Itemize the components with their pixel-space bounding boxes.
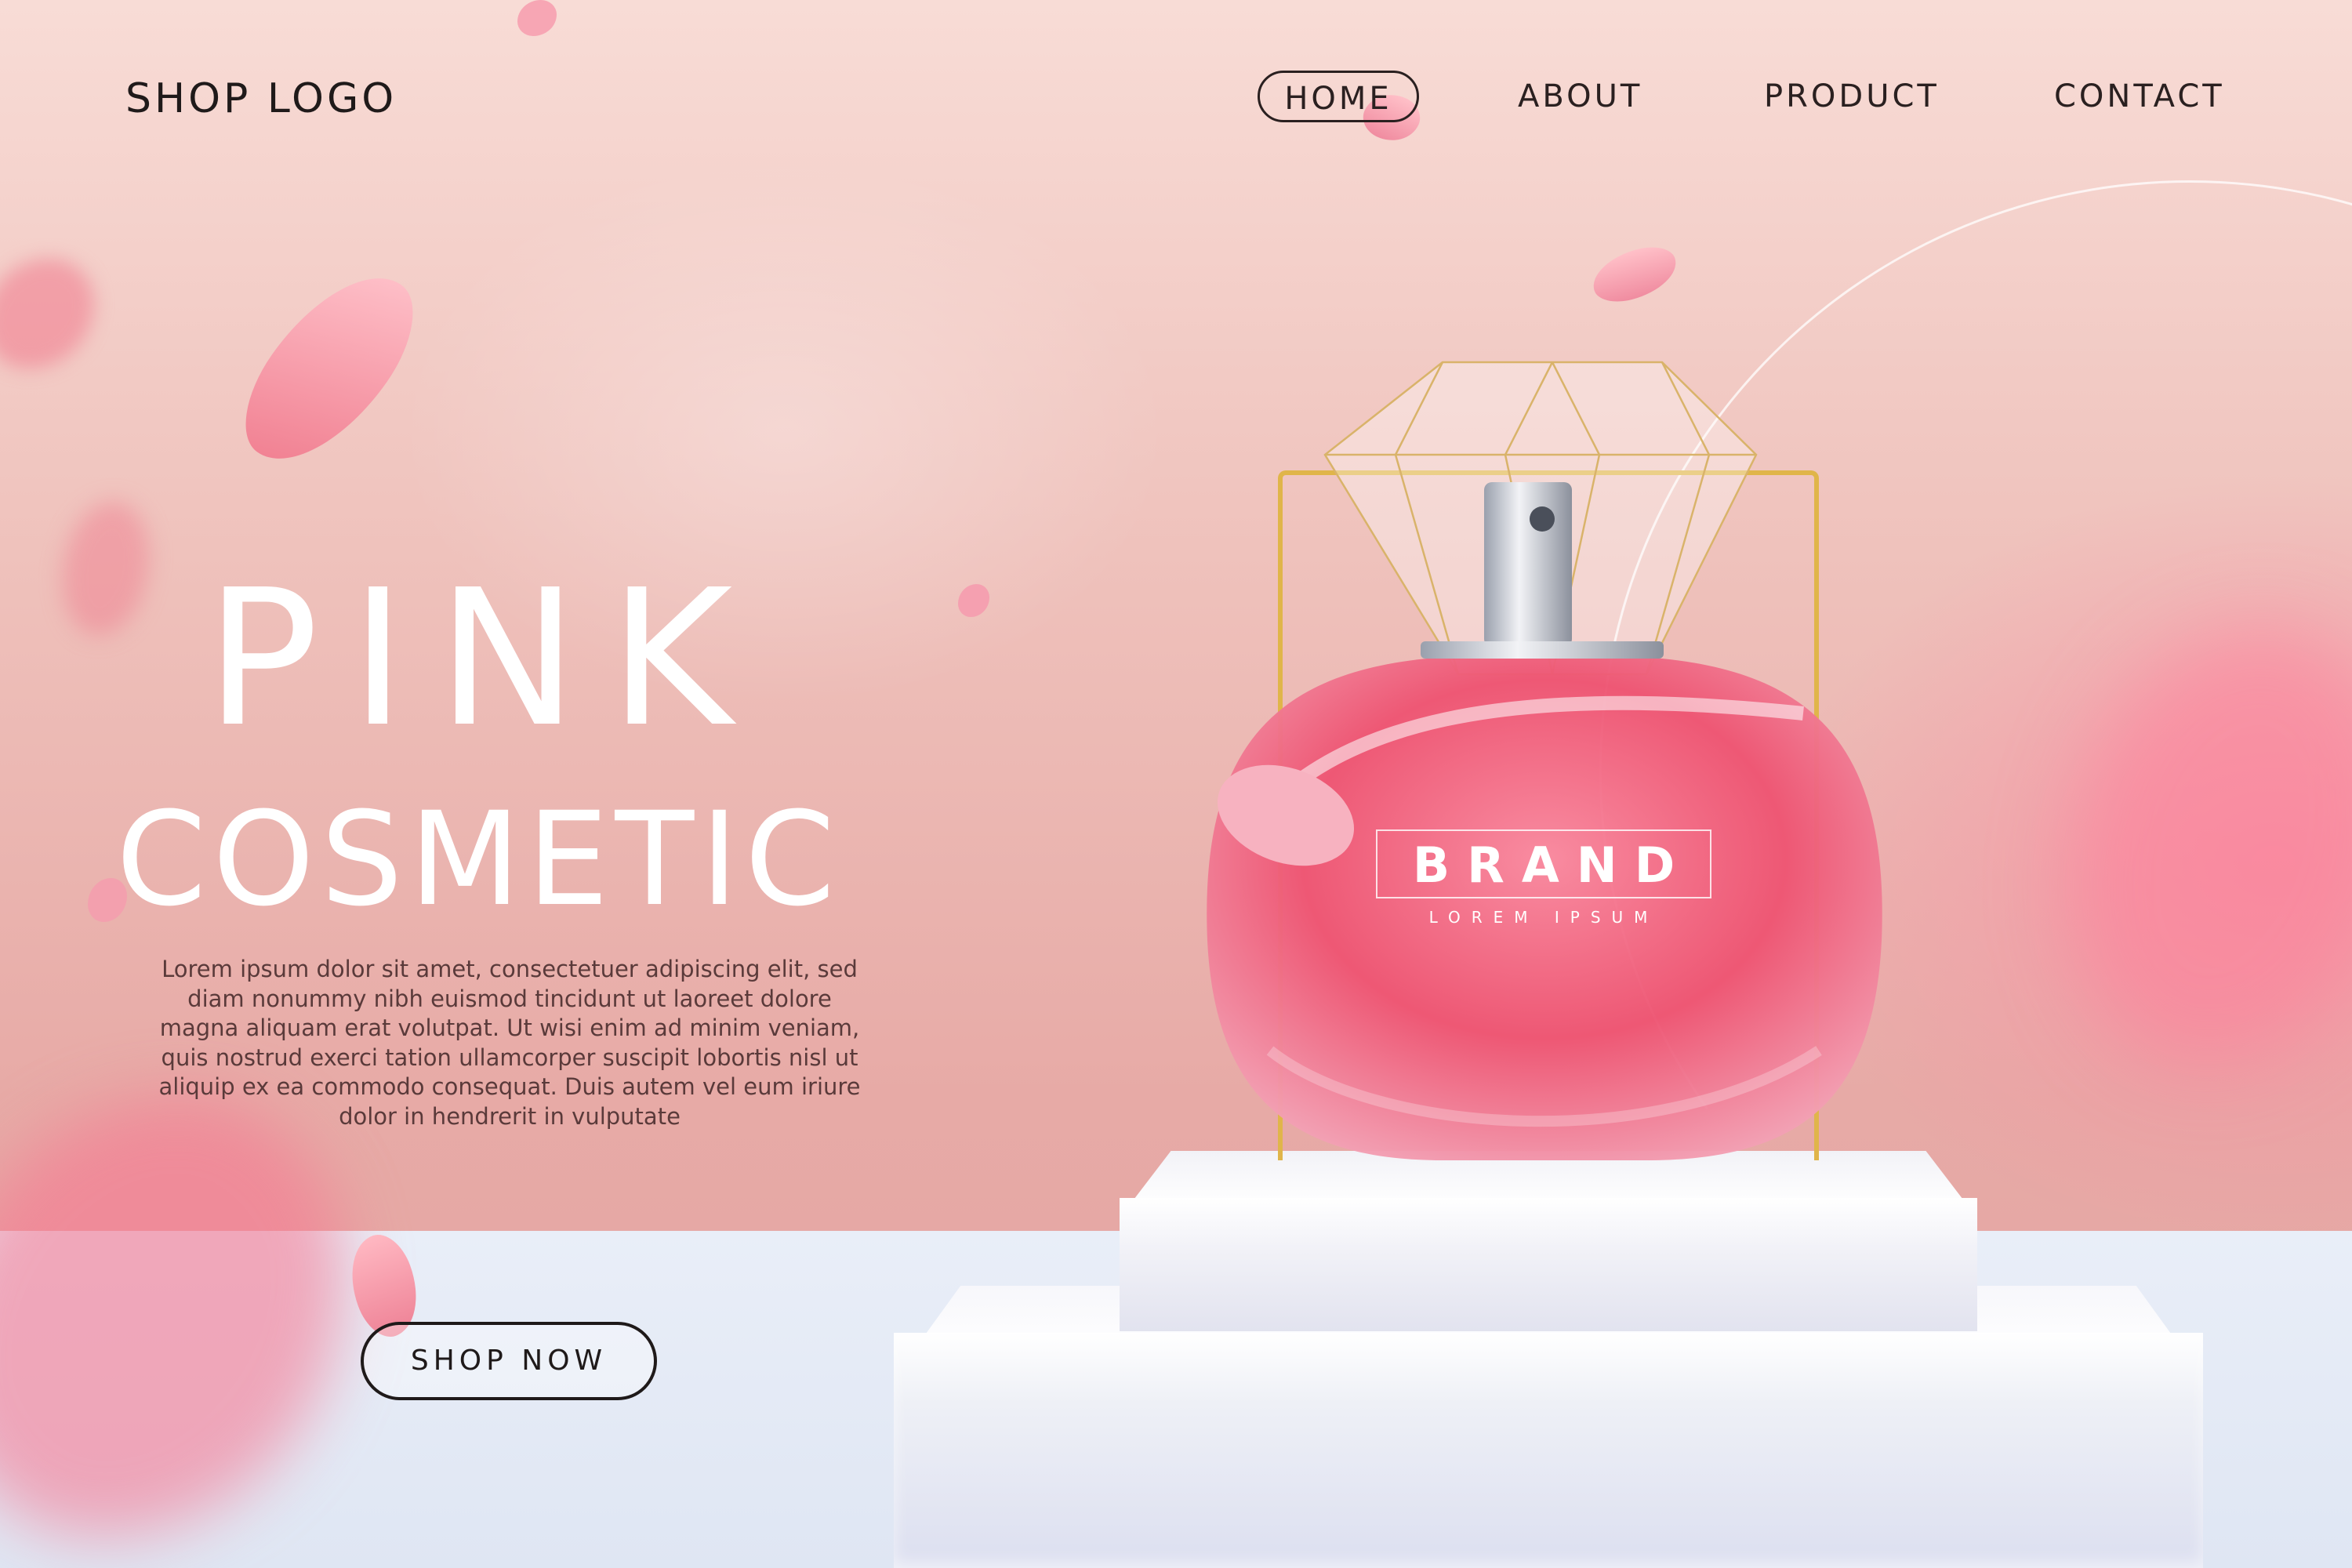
atomizer — [1484, 482, 1572, 647]
shop-logo[interactable]: SHOP LOGO — [125, 75, 397, 122]
brand-subtitle: LOREM IPSUM — [1428, 908, 1659, 927]
hero-title-line1: PINK — [205, 549, 764, 768]
brand-name: BRAND — [1412, 837, 1693, 894]
shop-now-button[interactable]: SHOP NOW — [361, 1322, 657, 1400]
podium-lower-step — [894, 1333, 2203, 1568]
nav-item-contact[interactable]: CONTACT — [2054, 71, 2225, 122]
nav-item-product[interactable]: PRODUCT — [1764, 71, 1940, 122]
nav-item-about[interactable]: ABOUT — [1518, 71, 1642, 122]
hero-description: Lorem ipsum dolor sit amet, consectetuer… — [158, 956, 861, 1130]
brand-label: BRAND — [1376, 829, 1711, 898]
perfume-bottle — [1207, 361, 1882, 1160]
podium-upper-step — [1120, 1198, 1977, 1331]
nav-item-home[interactable]: HOME — [1258, 71, 1419, 122]
hero-title-line2: COSMETIC — [116, 784, 842, 935]
